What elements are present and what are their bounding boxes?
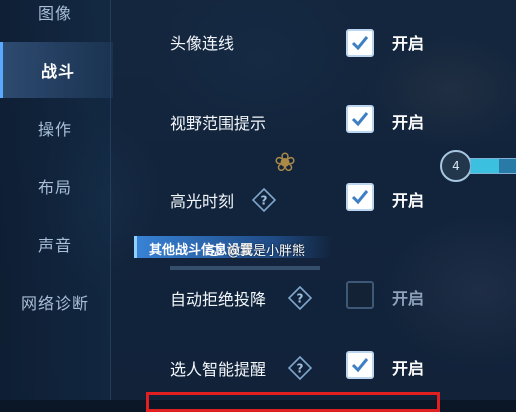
checkmark-icon bbox=[351, 358, 369, 373]
setting-row-auto-reject-surrender: 自动拒绝投降 ? 开启 bbox=[110, 280, 516, 320]
setting-label: 自动拒绝投降 bbox=[170, 290, 267, 309]
hero-health-bar bbox=[470, 158, 516, 174]
setting-state-text: 开启 bbox=[392, 34, 425, 53]
setting-label: 高光时刻 bbox=[170, 192, 235, 211]
sidebar-item-layout[interactable]: 布局 bbox=[0, 158, 110, 214]
section-divider bbox=[170, 266, 320, 270]
question-diamond-icon[interactable]: ? bbox=[252, 188, 276, 212]
checkmark-icon bbox=[351, 190, 369, 205]
setting-state-text: 开启 bbox=[392, 289, 425, 308]
setting-state-text: 开启 bbox=[392, 191, 425, 210]
watermark: @我是小胖熊 bbox=[206, 240, 305, 259]
setting-state-text: 开启 bbox=[392, 113, 425, 132]
setting-state-text: 开启 bbox=[392, 359, 425, 378]
setting-label: 选人智能提醒 bbox=[170, 360, 267, 379]
checkmark-icon bbox=[351, 36, 369, 51]
sidebar-item-sound[interactable]: 声音 bbox=[0, 216, 110, 272]
hero-level-badge: 4 bbox=[440, 150, 472, 182]
svg-text:?: ? bbox=[261, 194, 268, 208]
highlight-moment-checkbox[interactable] bbox=[346, 183, 374, 211]
question-diamond-icon[interactable]: ? bbox=[288, 286, 312, 310]
auto-reject-surrender-checkbox[interactable] bbox=[346, 281, 374, 309]
settings-sidebar: 图像 战斗 操作 布局 声音 网络诊断 bbox=[0, 0, 113, 400]
sidebar-item-network[interactable]: 网络诊断 bbox=[0, 274, 110, 330]
rank-emblem-icon: ❀ bbox=[274, 148, 296, 178]
sidebar-item-battle[interactable]: 战斗 bbox=[0, 42, 113, 98]
setting-row-avatar-link: 头像连线 开启 bbox=[110, 28, 516, 68]
svg-text:?: ? bbox=[297, 362, 304, 376]
setting-label: 头像连线 bbox=[170, 34, 235, 53]
setting-label: 视野范围提示 bbox=[170, 114, 267, 133]
setting-row-highlight-moment: 高光时刻 ? 开启 bbox=[110, 182, 516, 222]
setting-row-smart-pick-reminder: 选人智能提醒 ? 开启 bbox=[110, 350, 516, 390]
smart-pick-reminder-checkbox[interactable] bbox=[346, 351, 374, 379]
sidebar-item-image[interactable]: 图像 bbox=[0, 0, 110, 40]
weibo-logo-icon bbox=[206, 245, 222, 256]
question-diamond-icon[interactable]: ? bbox=[288, 356, 312, 380]
highlight-frame bbox=[146, 392, 440, 412]
checkmark-icon bbox=[351, 112, 369, 127]
avatar-link-checkbox[interactable] bbox=[346, 29, 374, 57]
vision-range-checkbox[interactable] bbox=[346, 105, 374, 133]
setting-row-vision-range: 视野范围提示 开启 bbox=[110, 104, 516, 144]
svg-text:?: ? bbox=[297, 292, 304, 306]
sidebar-item-controls[interactable]: 操作 bbox=[0, 100, 110, 156]
